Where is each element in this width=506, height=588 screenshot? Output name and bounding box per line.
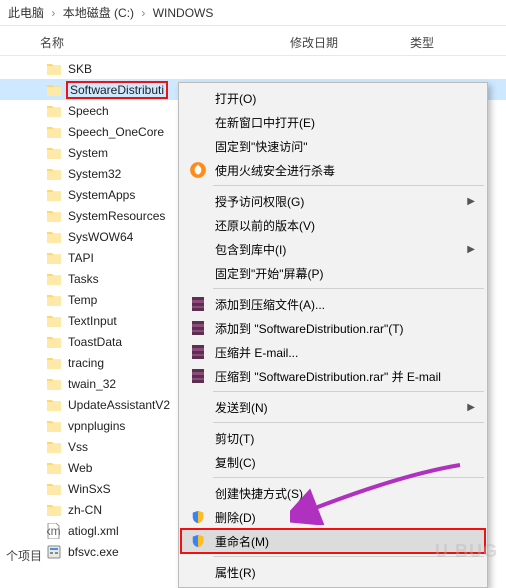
menu-open[interactable]: 打开(O) xyxy=(181,86,485,110)
file-name-label: Temp xyxy=(68,293,97,307)
file-name-label: SKB xyxy=(68,62,92,76)
file-name-label: Vss xyxy=(68,440,88,454)
menu-compress-email[interactable]: 压缩并 E-mail... xyxy=(181,340,485,364)
folder-icon xyxy=(46,355,62,371)
col-date[interactable]: 修改日期 xyxy=(290,34,410,51)
menu-copy[interactable]: 复制(C) xyxy=(181,450,485,474)
menu-pin-start[interactable]: 固定到"开始"屏幕(P) xyxy=(181,261,485,285)
file-name-label: twain_32 xyxy=(68,377,116,391)
menu-pin-quick-access[interactable]: 固定到"快速访问" xyxy=(181,134,485,158)
column-headers: 名称 修改日期 类型 xyxy=(0,26,506,56)
folder-icon xyxy=(46,145,62,161)
huorong-icon xyxy=(189,161,207,179)
folder-icon xyxy=(46,250,62,266)
menu-separator xyxy=(213,185,484,186)
folder-icon xyxy=(46,166,62,182)
menu-add-archive[interactable]: 添加到压缩文件(A)... xyxy=(181,292,485,316)
svg-text:xml: xml xyxy=(47,524,61,538)
shield-icon xyxy=(189,508,207,526)
folder-icon xyxy=(46,502,62,518)
file-name-label: ToastData xyxy=(68,335,122,349)
folder-icon xyxy=(46,418,62,434)
col-name[interactable]: 名称 xyxy=(0,34,290,51)
menu-huorong-scan[interactable]: 使用火绒安全进行杀毒 xyxy=(181,158,485,182)
file-name-label: vpnplugins xyxy=(68,419,125,433)
menu-rename[interactable]: 重命名(M) xyxy=(181,529,485,553)
folder-icon xyxy=(46,397,62,413)
menu-restore-previous[interactable]: 还原以前的版本(V) xyxy=(181,213,485,237)
menu-add-archive-named[interactable]: 添加到 "SoftwareDistribution.rar"(T) xyxy=(181,316,485,340)
file-name-label: System xyxy=(68,146,108,160)
menu-grant-access[interactable]: 授予访问权限(G)▶ xyxy=(181,189,485,213)
breadcrumb-seg-3[interactable]: WINDOWS xyxy=(153,6,214,20)
menu-separator xyxy=(213,391,484,392)
file-name-label: zh-CN xyxy=(68,503,102,517)
file-name-label: tracing xyxy=(68,356,104,370)
folder-icon xyxy=(46,229,62,245)
file-name-label: UpdateAssistantV2 xyxy=(68,398,170,412)
folder-icon xyxy=(46,292,62,308)
file-row[interactable]: SKB xyxy=(0,58,506,79)
file-name-label: Web xyxy=(68,461,92,475)
folder-icon xyxy=(46,208,62,224)
file-icon: xml xyxy=(46,523,62,539)
file-name-label: bfsvc.exe xyxy=(68,545,119,559)
file-name-label: TextInput xyxy=(68,314,117,328)
menu-properties[interactable]: 属性(R) xyxy=(181,560,485,584)
breadcrumb-seg-2[interactable]: 本地磁盘 (C:) xyxy=(63,6,134,20)
menu-separator xyxy=(213,556,484,557)
rar-icon xyxy=(189,295,207,313)
folder-icon xyxy=(46,334,62,350)
menu-compress-email-named[interactable]: 压缩到 "SoftwareDistribution.rar" 并 E-mail xyxy=(181,364,485,388)
menu-create-shortcut[interactable]: 创建快捷方式(S) xyxy=(181,481,485,505)
menu-separator xyxy=(213,422,484,423)
submenu-arrow-icon: ▶ xyxy=(467,244,475,255)
file-name-label: SystemResources xyxy=(68,209,165,223)
file-name-label: SysWOW64 xyxy=(68,230,133,244)
folder-icon xyxy=(46,439,62,455)
submenu-arrow-icon: ▶ xyxy=(467,402,475,413)
menu-cut[interactable]: 剪切(T) xyxy=(181,426,485,450)
folder-icon xyxy=(46,481,62,497)
menu-separator xyxy=(213,288,484,289)
rar-icon xyxy=(189,367,207,385)
file-name-label: Speech_OneCore xyxy=(68,125,164,139)
file-name-label: SystemApps xyxy=(68,188,135,202)
folder-icon xyxy=(46,313,62,329)
file-name-label: System32 xyxy=(68,167,121,181)
status-bar: 个项目 xyxy=(6,547,42,564)
rar-icon xyxy=(189,319,207,337)
folder-icon xyxy=(46,460,62,476)
folder-icon xyxy=(46,271,62,287)
file-name-label: WinSxS xyxy=(68,482,111,496)
file-name-label: SoftwareDistributi xyxy=(66,81,168,99)
file-name-label: Tasks xyxy=(68,272,99,286)
rar-icon xyxy=(189,343,207,361)
breadcrumb[interactable]: 此电脑 › 本地磁盘 (C:) › WINDOWS xyxy=(0,0,506,26)
file-name-label: TAPI xyxy=(68,251,94,265)
file-icon xyxy=(46,544,62,560)
folder-icon xyxy=(46,376,62,392)
menu-delete[interactable]: 删除(D) xyxy=(181,505,485,529)
file-name-label: atiogl.xml xyxy=(68,524,119,538)
menu-separator xyxy=(213,477,484,478)
chevron-right-icon: › xyxy=(141,6,145,20)
submenu-arrow-icon: ▶ xyxy=(467,196,475,207)
col-type[interactable]: 类型 xyxy=(410,34,506,51)
context-menu: 打开(O) 在新窗口中打开(E) 固定到"快速访问" 使用火绒安全进行杀毒 授予… xyxy=(178,82,488,588)
shield-icon xyxy=(189,532,207,550)
breadcrumb-seg-1[interactable]: 此电脑 xyxy=(8,6,44,20)
menu-include-library[interactable]: 包含到库中(I)▶ xyxy=(181,237,485,261)
folder-icon xyxy=(46,61,62,77)
menu-open-new-window[interactable]: 在新窗口中打开(E) xyxy=(181,110,485,134)
folder-icon xyxy=(46,187,62,203)
file-name-label: Speech xyxy=(68,104,109,118)
folder-icon xyxy=(46,124,62,140)
menu-send-to[interactable]: 发送到(N)▶ xyxy=(181,395,485,419)
chevron-right-icon: › xyxy=(51,6,55,20)
folder-icon xyxy=(46,82,62,98)
folder-icon xyxy=(46,103,62,119)
